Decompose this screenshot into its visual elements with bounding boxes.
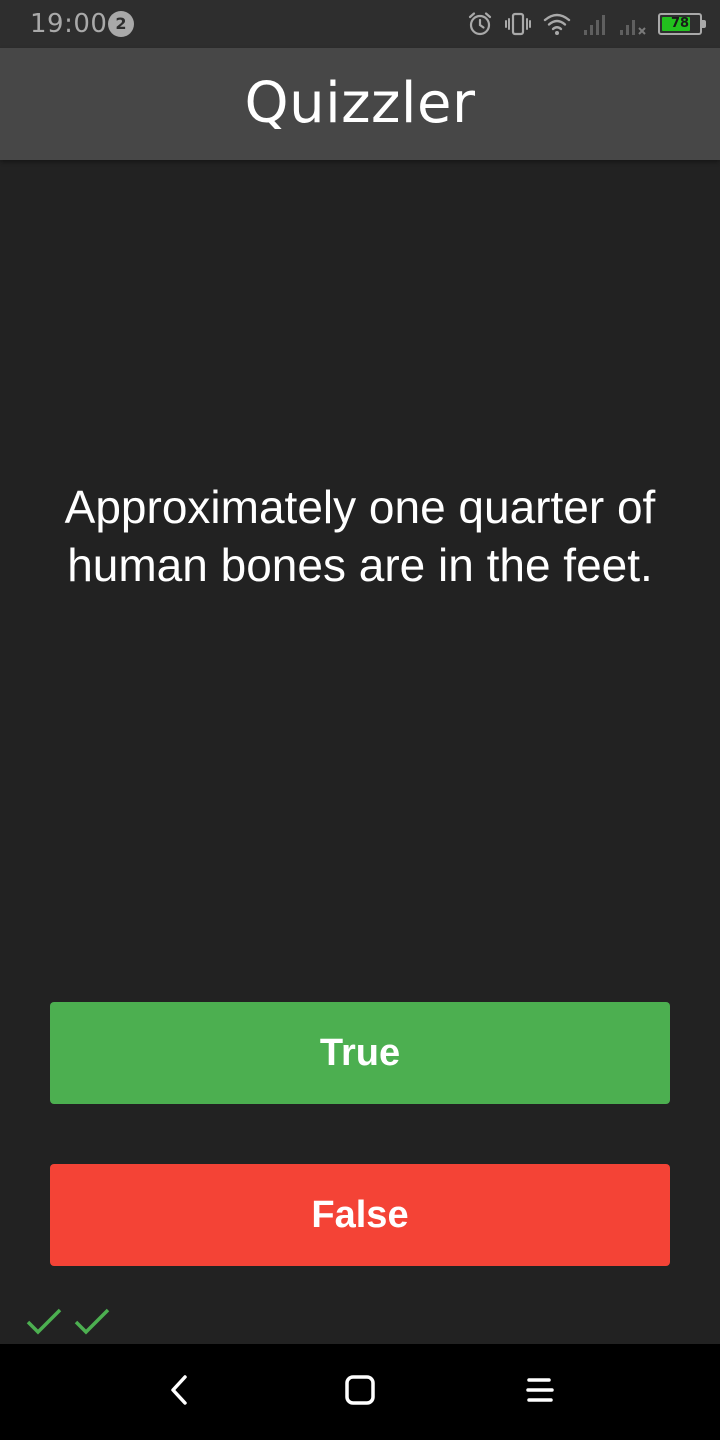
menu-button[interactable] <box>516 1368 564 1416</box>
battery-charging-icon: 78 <box>658 13 706 35</box>
menu-icon <box>525 1375 555 1410</box>
home-button[interactable] <box>336 1368 384 1416</box>
status-bar: 19:00 2 78 <box>0 0 720 48</box>
wifi-icon <box>542 10 572 38</box>
false-button[interactable]: False <box>50 1164 670 1266</box>
signal-icon <box>582 10 608 38</box>
check-icon <box>24 1302 64 1340</box>
home-icon <box>343 1373 377 1412</box>
notification-badge: 2 <box>108 11 134 37</box>
vibrate-icon <box>504 10 532 38</box>
back-button[interactable] <box>156 1368 204 1416</box>
question-text: Approximately one quarter of human bones… <box>64 481 656 591</box>
score-keeper <box>24 1302 112 1340</box>
battery-tip <box>702 20 706 28</box>
signal-no-service-icon <box>618 10 648 38</box>
alarm-icon <box>466 10 494 38</box>
status-time: 19:00 <box>30 9 108 39</box>
status-icons: 78 <box>466 8 706 40</box>
battery-level: 78 <box>670 16 690 31</box>
app-title: Quizzler <box>244 71 476 136</box>
app-bar: Quizzler <box>0 48 720 160</box>
back-icon <box>165 1373 195 1412</box>
check-icon <box>72 1302 112 1340</box>
navigation-bar <box>0 1344 720 1440</box>
true-button[interactable]: True <box>50 1002 670 1104</box>
